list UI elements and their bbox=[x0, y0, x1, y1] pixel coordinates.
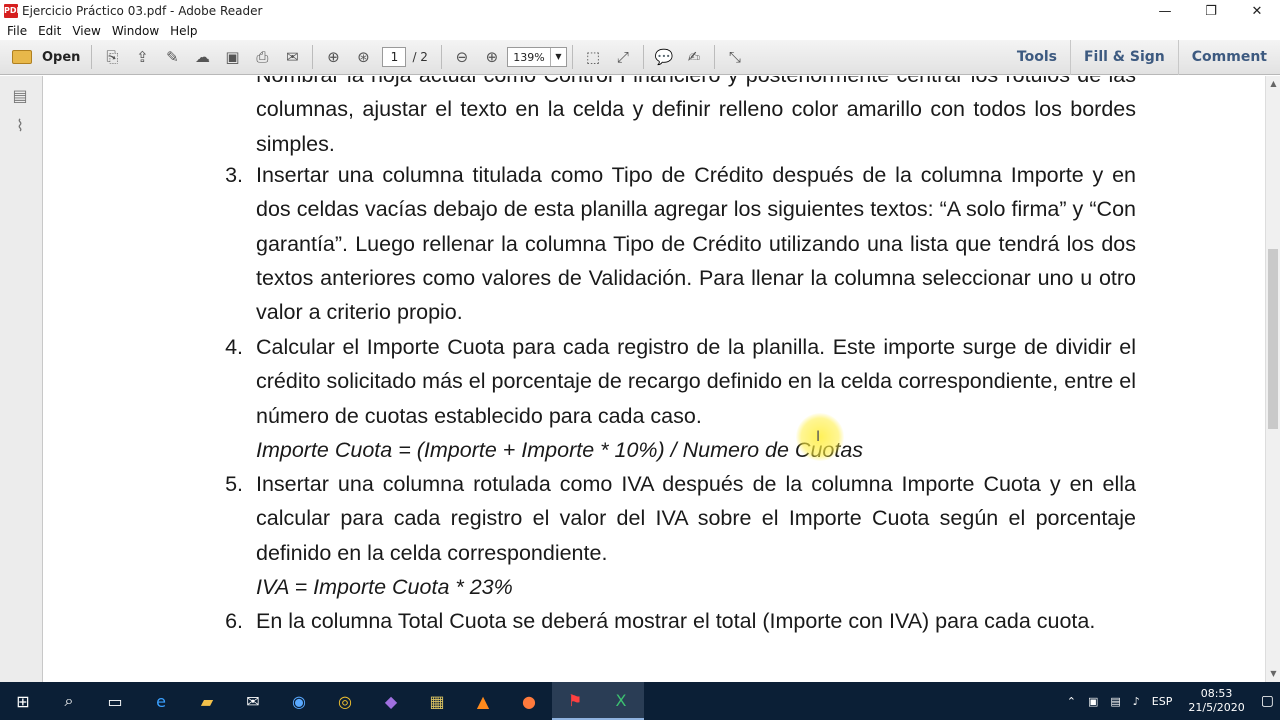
search-icon[interactable]: ⌕ bbox=[46, 682, 92, 720]
visual-studio-icon[interactable]: ◆ bbox=[368, 682, 414, 720]
page-total: / 2 bbox=[412, 50, 428, 64]
chevron-down-icon: ▼ bbox=[549, 48, 566, 66]
item-text: Nombrar la hoja actual como Control Fina… bbox=[256, 76, 1136, 156]
menu-help[interactable]: Help bbox=[170, 24, 197, 38]
expand-icon[interactable]: ⤡ bbox=[722, 44, 748, 70]
print-icon[interactable]: ⎙ bbox=[249, 44, 275, 70]
tools-link[interactable]: Tools bbox=[1004, 40, 1070, 75]
item-number: 6. bbox=[225, 609, 243, 633]
formula-text: Importe Cuota = (Importe + Importe * 10%… bbox=[256, 437, 864, 462]
toolbar-separator bbox=[642, 45, 644, 69]
edit-pdf-icon[interactable]: ✎ bbox=[159, 44, 185, 70]
clock-date: 21/5/2020 bbox=[1188, 701, 1245, 714]
edge-browser-icon[interactable]: e bbox=[138, 682, 184, 720]
dropbox-icon[interactable]: ▣ bbox=[1088, 695, 1098, 708]
right-panel-links: Tools Fill & Sign Comment bbox=[1004, 40, 1280, 75]
open-button[interactable]: Open bbox=[6, 44, 86, 70]
title-bar: PDF Ejercicio Práctico 03.pdf - Adobe Re… bbox=[0, 0, 1280, 22]
next-page-icon[interactable]: ⊛ bbox=[350, 44, 376, 70]
item-text: Insertar una columna rotulada como IVA d… bbox=[256, 472, 1136, 565]
system-tray: ⌃ ▣ ▤ ♪ ESP 08:53 21/5/2020 ▢ bbox=[1061, 682, 1280, 720]
page-number-input[interactable]: 1 bbox=[382, 47, 407, 67]
item-text-block: Insertar una columna rotulada como IVA d… bbox=[256, 467, 1136, 604]
menu-file[interactable]: File bbox=[7, 24, 27, 38]
task-view-icon[interactable]: ▭ bbox=[92, 682, 138, 720]
restore-button[interactable]: ❐ bbox=[1188, 0, 1234, 22]
chrome-icon[interactable]: ◎ bbox=[322, 682, 368, 720]
network-icon[interactable]: ▤ bbox=[1110, 695, 1120, 708]
archive-icon[interactable]: ▦ bbox=[414, 682, 460, 720]
toolbar-separator bbox=[571, 45, 573, 69]
scroll-up-icon[interactable]: ▲ bbox=[1266, 76, 1280, 92]
toolbar-separator bbox=[91, 45, 93, 69]
sign-pen-icon[interactable]: ✍ bbox=[681, 44, 707, 70]
menu-edit[interactable]: Edit bbox=[38, 24, 61, 38]
text-cursor-icon: I bbox=[816, 429, 821, 445]
fit-page-icon[interactable]: ⬚ bbox=[580, 44, 606, 70]
windows-start-icon[interactable]: ⊞ bbox=[0, 682, 46, 720]
create-pdf-icon[interactable]: ⎘ bbox=[99, 44, 125, 70]
language-indicator[interactable]: ESP bbox=[1152, 695, 1173, 708]
clock[interactable]: 08:53 21/5/2020 bbox=[1188, 687, 1244, 715]
folder-icon bbox=[12, 50, 32, 64]
navigation-pane: ▤ ⌇ bbox=[0, 76, 43, 682]
app-icon[interactable]: ◉ bbox=[276, 682, 322, 720]
item-number: 3. bbox=[225, 163, 243, 187]
save-icon[interactable]: ▣ bbox=[219, 44, 245, 70]
volume-icon[interactable]: ♪ bbox=[1133, 695, 1140, 708]
page-thumbnails-icon[interactable]: ▤ bbox=[11, 86, 29, 106]
clock-time: 08:53 bbox=[1200, 687, 1233, 700]
file-explorer-icon[interactable]: ▰ bbox=[184, 682, 230, 720]
comment-link[interactable]: Comment bbox=[1179, 40, 1280, 75]
formula-text: IVA = Importe Cuota * 23% bbox=[256, 574, 513, 599]
zoom-select[interactable]: 139% ▼ bbox=[506, 47, 567, 67]
toolbar-separator bbox=[312, 45, 314, 69]
item-text: Calcular el Importe Cuota para cada regi… bbox=[256, 335, 1136, 428]
menu-window[interactable]: Window bbox=[112, 24, 159, 38]
comment-note-icon[interactable]: 💬 bbox=[651, 44, 677, 70]
item-text: En la columna Total Cuota se deberá most… bbox=[256, 609, 1096, 633]
toolbar: Open ⎘ ⇪ ✎ ☁ ▣ ⎙ ✉ ⊕ ⊛ 1 / 2 ⊖ ⊕ 139% ▼ … bbox=[0, 40, 1280, 75]
mail-icon[interactable]: ✉ bbox=[230, 682, 276, 720]
vlc-icon[interactable]: ▲ bbox=[460, 682, 506, 720]
scrollbar-thumb[interactable] bbox=[1268, 249, 1278, 429]
item-text-block: Calcular el Importe Cuota para cada regi… bbox=[256, 330, 1136, 467]
notifications-icon[interactable]: ▢ bbox=[1261, 693, 1274, 709]
zoom-value: 139% bbox=[513, 50, 545, 64]
zoom-in-icon[interactable]: ⊕ bbox=[479, 44, 505, 70]
minimize-button[interactable]: — bbox=[1142, 0, 1188, 22]
export-pdf-icon[interactable]: ⇪ bbox=[129, 44, 155, 70]
window-title: Ejercicio Práctico 03.pdf - Adobe Reader bbox=[22, 4, 263, 18]
excel-icon[interactable]: X bbox=[598, 682, 644, 720]
adobe-reader-icon[interactable]: ⚑ bbox=[552, 682, 598, 720]
document-view[interactable]: Nombrar la hoja actual como Control Fina… bbox=[44, 76, 1265, 682]
firefox-icon[interactable]: ● bbox=[506, 682, 552, 720]
vertical-scrollbar[interactable]: ▲ ▼ bbox=[1265, 76, 1280, 682]
close-button[interactable]: ✕ bbox=[1234, 0, 1280, 22]
menu-view[interactable]: View bbox=[72, 24, 100, 38]
toolbar-separator bbox=[440, 45, 442, 69]
menu-bar: File Edit View Window Help bbox=[0, 22, 1280, 40]
adobe-pdf-icon: PDF bbox=[4, 4, 22, 18]
scroll-down-icon[interactable]: ▼ bbox=[1266, 666, 1280, 682]
fill-sign-link[interactable]: Fill & Sign bbox=[1071, 40, 1178, 75]
item-number: 5. bbox=[225, 472, 243, 496]
open-label: Open bbox=[42, 49, 81, 65]
list-item: Nombrar la hoja actual como Control Fina… bbox=[44, 76, 1265, 156]
full-screen-icon[interactable]: ⤢ bbox=[610, 44, 636, 70]
attachments-icon[interactable]: ⌇ bbox=[11, 116, 29, 136]
item-text: Insertar una columna titulada como Tipo … bbox=[256, 163, 1136, 325]
windows-taskbar: ⊞ ⌕ ▭ e ▰ ✉ ◉ ◎ ◆ ▦ ▲ ● ⚑ X ⌃ ▣ ▤ ♪ ESP … bbox=[0, 682, 1280, 720]
email-icon[interactable]: ✉ bbox=[279, 44, 305, 70]
tray-chevron-icon[interactable]: ⌃ bbox=[1067, 695, 1076, 708]
zoom-out-icon[interactable]: ⊖ bbox=[449, 44, 475, 70]
toolbar-separator bbox=[713, 45, 715, 69]
upload-cloud-icon[interactable]: ☁ bbox=[189, 44, 215, 70]
item-number: 4. bbox=[225, 335, 243, 359]
previous-page-icon[interactable]: ⊕ bbox=[320, 44, 346, 70]
